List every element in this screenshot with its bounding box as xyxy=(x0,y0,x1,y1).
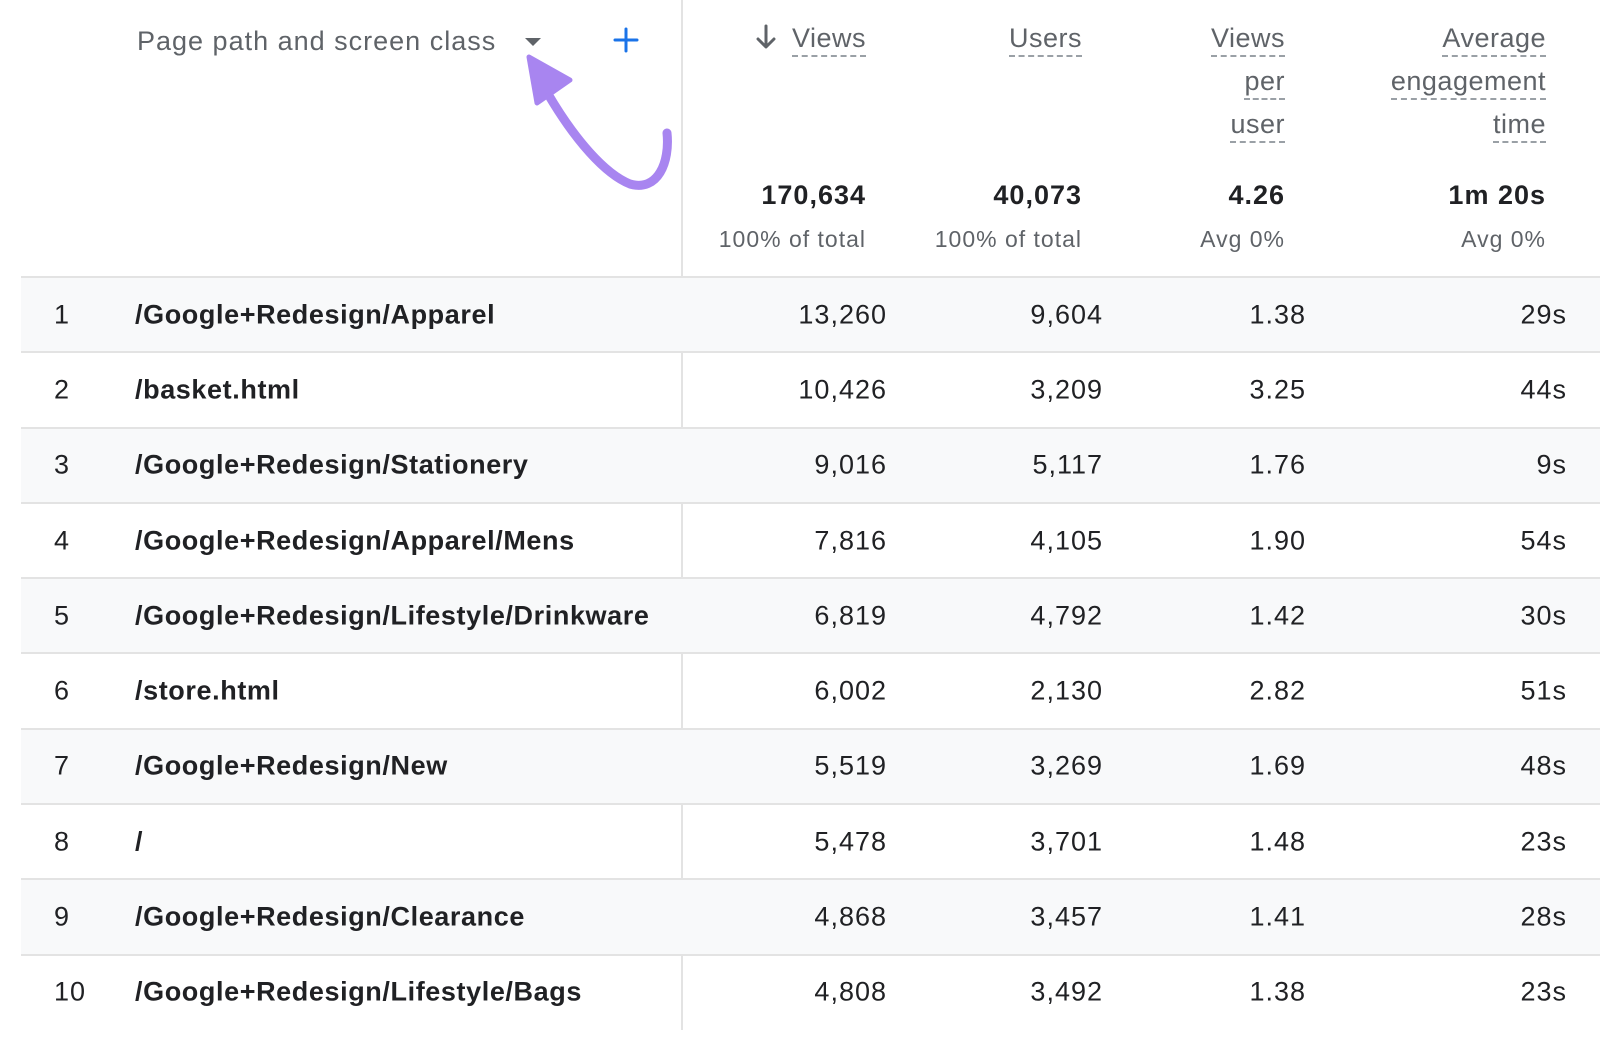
views-per-user-cell: 1.69 xyxy=(1249,750,1306,781)
row-number: 10 xyxy=(54,976,87,1007)
total-average-engagement-time: 1m 20s xyxy=(1448,180,1546,210)
page-path-link[interactable]: /Google+Redesign/Apparel xyxy=(135,299,495,330)
total-users-sub: 100% of total xyxy=(934,226,1082,252)
views-per-user-cell: 1.41 xyxy=(1249,901,1306,932)
table-row[interactable]: 6 /store.html 6,002 2,130 2.82 51s xyxy=(21,652,1600,727)
engagement-time-cell: 48s xyxy=(1520,750,1567,781)
views-per-user-cell: 1.76 xyxy=(1249,449,1306,480)
total-views-per-user: 4.26 xyxy=(1228,180,1285,210)
column-header-views[interactable]: Views xyxy=(791,18,866,61)
row-number: 7 xyxy=(54,750,71,781)
table-row[interactable]: 8 / 5,478 3,701 1.48 23s xyxy=(21,803,1600,878)
curved-arrow-icon xyxy=(526,54,672,190)
row-number: 5 xyxy=(54,600,71,631)
views-per-user-cell: 1.90 xyxy=(1249,525,1306,556)
views-cell: 4,808 xyxy=(814,976,887,1007)
views-cell: 10,426 xyxy=(798,374,887,405)
table-row[interactable]: 3 /Google+Redesign/Stationery 9,016 5,11… xyxy=(21,426,1600,502)
column-header-label: Views xyxy=(1210,21,1285,57)
views-cell: 6,819 xyxy=(814,600,887,631)
page-path-link[interactable]: /Google+Redesign/New xyxy=(135,751,448,782)
column-header-label: per xyxy=(1244,64,1285,100)
engagement-time-cell: 51s xyxy=(1520,675,1567,706)
users-cell: 5,117 xyxy=(1032,449,1103,480)
table-row[interactable]: 5 /Google+Redesign/Lifestyle/Drinkware 6… xyxy=(21,577,1600,653)
row-number: 9 xyxy=(54,901,71,932)
row-number: 4 xyxy=(54,525,71,556)
column-header-label: engagement xyxy=(1390,64,1546,100)
engagement-time-cell: 9s xyxy=(1536,449,1567,480)
page-path-link[interactable]: /Google+Redesign/Clearance xyxy=(135,902,525,933)
table-row[interactable]: 9 /Google+Redesign/Clearance 4,868 3,457… xyxy=(21,878,1600,954)
views-per-user-cell: 1.48 xyxy=(1249,826,1306,857)
views-cell: 6,002 xyxy=(814,675,887,706)
page-path-link[interactable]: /Google+Redesign/Lifestyle/Drinkware xyxy=(135,600,650,631)
engagement-time-cell: 30s xyxy=(1520,600,1567,631)
table-row[interactable]: 4 /Google+Redesign/Apparel/Mens 7,816 4,… xyxy=(21,501,1600,577)
users-cell: 3,269 xyxy=(1030,750,1103,781)
engagement-time-cell: 23s xyxy=(1520,976,1567,1007)
views-cell: 9,016 xyxy=(814,449,887,480)
users-cell: 2,130 xyxy=(1030,675,1103,706)
users-cell: 3,701 xyxy=(1030,826,1103,857)
page-path-link[interactable]: / xyxy=(135,826,143,857)
table-row[interactable]: 1 /Google+Redesign/Apparel 13,260 9,604 … xyxy=(21,276,1600,352)
column-header-label: user xyxy=(1230,107,1285,143)
page-path-link[interactable]: /basket.html xyxy=(135,374,300,405)
total-users: 40,073 xyxy=(993,180,1082,210)
views-cell: 5,478 xyxy=(814,826,887,857)
table-row[interactable]: 7 /Google+Redesign/New 5,519 3,269 1.69 … xyxy=(21,727,1600,804)
column-header-label: Views xyxy=(791,21,866,57)
users-cell: 3,457 xyxy=(1030,901,1103,932)
views-per-user-cell: 1.38 xyxy=(1249,299,1306,330)
users-cell: 4,105 xyxy=(1030,525,1103,556)
caret-down-icon xyxy=(525,38,541,46)
column-header-label: Users xyxy=(1008,21,1082,57)
column-header-users[interactable]: Users xyxy=(1008,18,1082,61)
row-number: 1 xyxy=(54,299,71,330)
sort-descending-icon[interactable] xyxy=(754,22,778,52)
engagement-time-cell: 44s xyxy=(1520,374,1567,405)
row-number: 3 xyxy=(54,449,71,480)
dimension-label: Page path and screen class xyxy=(137,25,497,56)
engagement-time-cell: 29s xyxy=(1520,299,1567,330)
table-body: 1 /Google+Redesign/Apparel 13,260 9,604 … xyxy=(21,276,1600,1029)
engagement-time-cell: 23s xyxy=(1520,826,1567,857)
table-row[interactable]: 2 /basket.html 10,426 3,209 3.25 44s xyxy=(21,351,1600,426)
column-header-label: Average xyxy=(1442,21,1546,57)
table-row[interactable]: 10 /Google+Redesign/Lifestyle/Bags 4,808… xyxy=(21,953,1600,1029)
views-cell: 5,519 xyxy=(814,750,887,781)
total-views: 170,634 xyxy=(761,180,866,210)
users-cell: 3,209 xyxy=(1030,374,1103,405)
views-cell: 13,260 xyxy=(798,299,887,330)
page-path-link[interactable]: /Google+Redesign/Lifestyle/Bags xyxy=(135,977,582,1008)
report-table: Page path and screen class Views Users V… xyxy=(0,0,1600,1052)
views-per-user-cell: 1.42 xyxy=(1249,600,1306,631)
users-cell: 4,792 xyxy=(1030,600,1103,631)
total-views-per-user-sub: Avg 0% xyxy=(1200,226,1285,252)
row-number: 2 xyxy=(54,374,71,405)
row-number: 6 xyxy=(54,675,71,706)
views-cell: 7,816 xyxy=(814,525,887,556)
page-path-link[interactable]: /Google+Redesign/Stationery xyxy=(135,450,529,481)
page-path-link[interactable]: /Google+Redesign/Apparel/Mens xyxy=(135,525,575,556)
column-header-views-per-user[interactable]: Views per user xyxy=(1210,18,1285,147)
views-per-user-cell: 2.82 xyxy=(1249,675,1306,706)
row-number: 8 xyxy=(54,826,71,857)
views-cell: 4,868 xyxy=(814,901,887,932)
views-per-user-cell: 1.38 xyxy=(1249,976,1306,1007)
users-cell: 9,604 xyxy=(1030,299,1103,330)
total-views-sub: 100% of total xyxy=(718,226,866,252)
engagement-time-cell: 54s xyxy=(1520,525,1567,556)
total-average-engagement-time-sub: Avg 0% xyxy=(1461,226,1546,252)
users-cell: 3,492 xyxy=(1030,976,1103,1007)
engagement-time-cell: 28s xyxy=(1520,901,1567,932)
page-path-link[interactable]: /store.html xyxy=(135,676,280,707)
views-per-user-cell: 3.25 xyxy=(1249,374,1306,405)
column-header-label: time xyxy=(1492,107,1546,143)
column-header-average-engagement-time[interactable]: Average engagement time xyxy=(1390,18,1546,147)
dimension-header[interactable]: Page path and screen class xyxy=(137,20,496,62)
